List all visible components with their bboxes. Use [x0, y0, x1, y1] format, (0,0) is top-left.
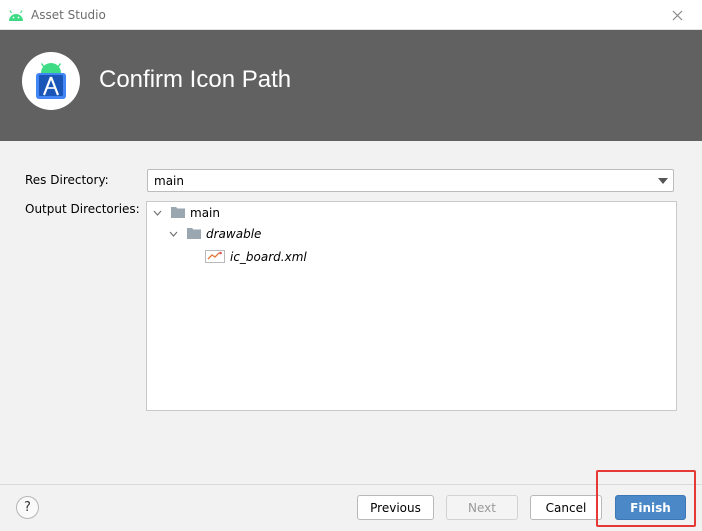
tree-node-main[interactable]: main: [151, 203, 220, 223]
previous-button[interactable]: Previous: [357, 495, 434, 520]
close-icon[interactable]: [666, 5, 688, 25]
tree-node-ic-board-xml[interactable]: ic_board.xml: [205, 247, 307, 267]
help-button[interactable]: ?: [16, 496, 39, 519]
next-button[interactable]: Next: [446, 495, 518, 520]
tree-node-drawable[interactable]: drawable: [167, 224, 261, 244]
window-title: Asset Studio: [31, 8, 106, 22]
res-directory-value: main: [154, 174, 184, 188]
page-title: Confirm Icon Path: [99, 66, 292, 93]
header-banner: Confirm Icon Path: [0, 30, 702, 141]
tree-node-label: drawable: [206, 227, 262, 241]
window-titlebar: Asset Studio: [0, 0, 702, 30]
folder-icon: [187, 227, 201, 242]
chevron-down-icon[interactable]: [167, 228, 179, 240]
tree-node-label: main: [190, 206, 220, 220]
res-directory-select[interactable]: main: [147, 169, 674, 192]
android-studio-logo-icon: [22, 52, 80, 110]
output-directories-label: Output Directories:: [25, 202, 140, 216]
android-icon: [8, 8, 24, 22]
res-directory-label: Res Directory:: [25, 173, 109, 187]
image-file-icon: [205, 249, 225, 266]
cancel-button[interactable]: Cancel: [530, 495, 602, 520]
tree-node-label: ic_board.xml: [230, 250, 307, 264]
folder-icon: [171, 206, 185, 221]
finish-highlight-box: [596, 470, 696, 527]
chevron-down-icon: [658, 178, 668, 184]
chevron-down-icon[interactable]: [151, 207, 163, 219]
output-directories-tree[interactable]: main drawable ic_board.xml: [146, 201, 677, 411]
